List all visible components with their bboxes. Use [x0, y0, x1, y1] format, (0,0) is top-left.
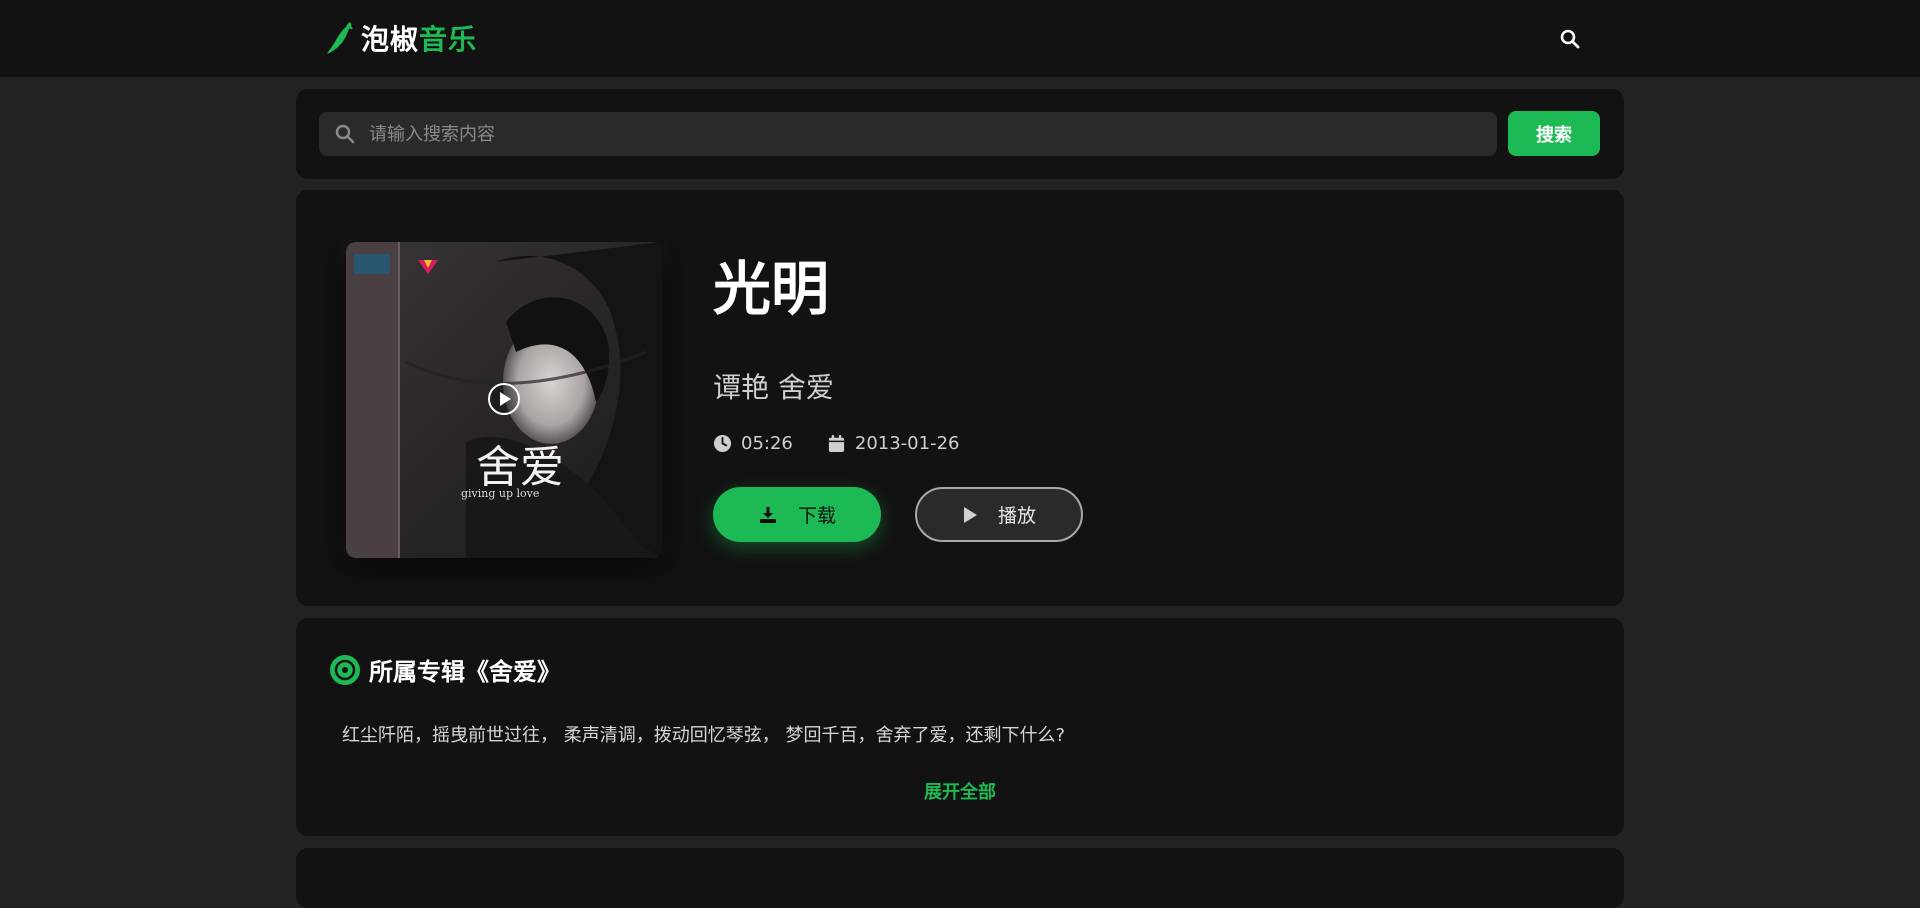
- site-logo[interactable]: 泡椒音乐: [325, 20, 477, 56]
- clock-icon: [713, 434, 732, 453]
- chili-pepper-icon: [327, 22, 353, 54]
- release-date-text: 2013-01-26: [854, 433, 960, 454]
- album-title: 所属专辑《舍爱》: [369, 658, 561, 686]
- top-navbar: 泡椒音乐: [0, 0, 1920, 77]
- play-label: 播放: [997, 505, 1036, 527]
- next-section-panel: [296, 848, 1624, 908]
- song-meta: 05:26 2013-01-26: [713, 433, 993, 454]
- download-icon: [759, 506, 776, 523]
- album-panel: 所属专辑《舍爱》 红尘阡陌，摇曳前世过往， 柔声清调，拨动回忆琴弦， 梦回千百，…: [296, 618, 1624, 836]
- play-button[interactable]: 播放: [915, 487, 1083, 542]
- cover-play-icon[interactable]: [487, 382, 521, 416]
- calendar-icon: [828, 434, 844, 453]
- album-header: 所属专辑《舍爱》: [329, 652, 561, 687]
- album-cover[interactable]: 舍爱 giving up love: [346, 242, 662, 558]
- svg-text:giving up love: giving up love: [461, 487, 539, 500]
- header-search-button[interactable]: [1558, 27, 1582, 51]
- logo-text-accent: 音乐: [419, 23, 478, 56]
- search-box: [319, 112, 1497, 156]
- search-button[interactable]: 搜索: [1508, 111, 1600, 156]
- download-label: 下载: [797, 505, 836, 527]
- logo-text-primary: 泡椒: [361, 23, 420, 56]
- song-title: 光明: [713, 255, 830, 323]
- duration: 05:26: [713, 433, 793, 454]
- expand-all-link[interactable]: 展开全部: [296, 778, 1624, 804]
- album-description: 红尘阡陌，摇曳前世过往， 柔声清调，拨动回忆琴弦， 梦回千百，舍弃了爱，还剩下什…: [342, 725, 1065, 746]
- duration-text: 05:26: [741, 433, 793, 454]
- download-button[interactable]: 下载: [713, 487, 881, 542]
- search-panel: 搜索: [296, 89, 1624, 179]
- search-icon: [1560, 29, 1580, 49]
- album-disc-icon: [330, 654, 360, 685]
- play-icon: [963, 506, 977, 523]
- svg-text:舍爱: 舍爱: [476, 442, 564, 493]
- search-input[interactable]: [369, 112, 1497, 156]
- song-artist: 谭艳 舍爱: [713, 371, 834, 404]
- song-detail-panel: 舍爱 giving up love 光明 谭艳 舍爱 05:26 2013-01…: [296, 190, 1624, 606]
- search-icon: [335, 124, 355, 144]
- release-date: 2013-01-26: [827, 433, 960, 454]
- logo-text: 泡椒音乐: [361, 18, 477, 58]
